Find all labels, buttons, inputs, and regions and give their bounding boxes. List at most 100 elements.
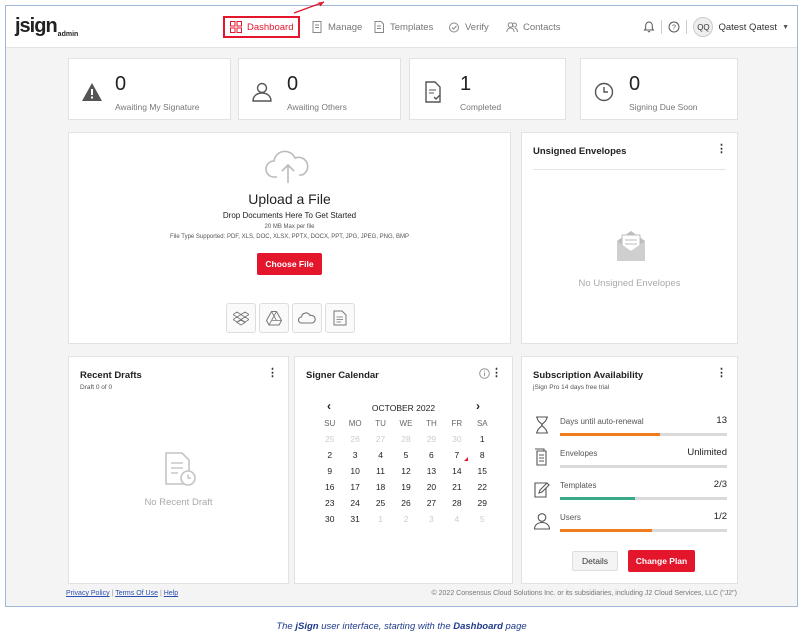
calendar-day-next-month[interactable]: 1 xyxy=(368,514,393,524)
google-drive-button[interactable] xyxy=(259,303,289,333)
stat-card-signing-due-soon[interactable]: 0 Signing Due Soon xyxy=(580,58,738,120)
nav-templates[interactable]: Templates xyxy=(373,16,433,38)
nav-manage[interactable]: Manage xyxy=(311,16,362,38)
row-value: Unlimited xyxy=(687,447,727,458)
choose-file-button[interactable]: Choose File xyxy=(257,253,322,275)
calendar-day-prev-month[interactable]: 30 xyxy=(444,434,469,444)
calendar-day[interactable]: 28 xyxy=(444,498,469,508)
privacy-policy-link[interactable]: Privacy Policy xyxy=(66,590,110,597)
onedrive-button[interactable] xyxy=(292,303,322,333)
envelope-icon xyxy=(617,231,645,261)
weekday-label: TH xyxy=(426,419,437,428)
caption-text: user interface, starting with the xyxy=(318,621,454,632)
help-icon[interactable]: ? xyxy=(668,21,680,33)
row-label: Envelopes xyxy=(560,449,598,458)
more-options-icon[interactable]: ⋮ xyxy=(267,368,278,379)
calendar-day[interactable]: 2 xyxy=(317,450,342,460)
calendar-day[interactable]: 23 xyxy=(317,498,342,508)
row-value: 2/3 xyxy=(713,479,727,490)
row-value: 13 xyxy=(716,415,727,426)
calendar-day[interactable]: 22 xyxy=(470,482,495,492)
calendar-day[interactable]: 17 xyxy=(342,482,367,492)
footer-divider: | xyxy=(159,590,162,597)
more-options-icon[interactable]: ⋮ xyxy=(491,368,502,379)
calendar-day[interactable]: 10 xyxy=(342,466,367,476)
stat-card-awaiting-my-signature[interactable]: 0 Awaiting My Signature xyxy=(68,58,231,120)
next-month-button[interactable]: › xyxy=(476,399,480,413)
calendar-day[interactable]: 29 xyxy=(470,498,495,508)
caption-text: The xyxy=(276,621,296,632)
more-options-icon[interactable]: ⋮ xyxy=(716,368,727,379)
calendar-day-prev-month[interactable]: 29 xyxy=(419,434,444,444)
details-button[interactable]: Details xyxy=(572,551,618,571)
bell-icon[interactable] xyxy=(643,21,655,33)
calendar-day[interactable]: 5 xyxy=(393,450,418,460)
calendar-day-prev-month[interactable]: 25 xyxy=(317,434,342,444)
jsign-logo[interactable]: jsignadmin xyxy=(15,15,78,38)
calendar-day-next-month[interactable]: 4 xyxy=(444,514,469,524)
calendar-day[interactable]: 3 xyxy=(342,450,367,460)
calendar-day[interactable]: 27 xyxy=(419,498,444,508)
calendar-day[interactable]: 14 xyxy=(444,466,469,476)
calendar-day[interactable]: 19 xyxy=(393,482,418,492)
calendar-day[interactable]: 30 xyxy=(317,514,342,524)
calendar-day[interactable]: 8 xyxy=(470,450,495,460)
calendar-day[interactable]: 18 xyxy=(368,482,393,492)
stat-card-awaiting-others[interactable]: 0 Awaiting Others xyxy=(238,58,401,120)
stat-card-completed[interactable]: 1 Completed xyxy=(409,58,566,120)
calendar-day[interactable]: 6 xyxy=(419,450,444,460)
upload-max-size: 20 MB Max per file xyxy=(264,224,315,230)
calendar-day[interactable]: 20 xyxy=(419,482,444,492)
calendar-day[interactable]: 12 xyxy=(393,466,418,476)
avatar[interactable]: QQ xyxy=(693,17,714,37)
calendar-day[interactable]: 1 xyxy=(470,434,495,444)
card-title: Unsigned Envelopes xyxy=(533,146,627,157)
calendar-day[interactable]: 31 xyxy=(342,514,367,524)
calendar-day[interactable]: 7 xyxy=(444,450,469,461)
calendar-day[interactable]: 9 xyxy=(317,466,342,476)
stat-value: 0 xyxy=(115,73,127,95)
dropbox-button[interactable] xyxy=(226,303,256,333)
calendar-day[interactable]: 26 xyxy=(393,498,418,508)
more-options-icon[interactable]: ⋮ xyxy=(716,144,727,155)
calendar-day[interactable]: 21 xyxy=(444,482,469,492)
help-link[interactable]: Help xyxy=(164,590,178,597)
calendar-day[interactable]: 25 xyxy=(368,498,393,508)
weekday-label: SU xyxy=(324,419,336,428)
calendar-day-prev-month[interactable]: 28 xyxy=(393,434,418,444)
terms-of-use-link[interactable]: Terms Of Use xyxy=(115,590,158,597)
weekday-label: SA xyxy=(476,419,488,428)
empty-state-text: No Unsigned Envelopes xyxy=(578,278,681,289)
change-plan-button[interactable]: Change Plan xyxy=(628,550,695,572)
upload-title: Upload a File xyxy=(248,191,331,207)
info-icon[interactable] xyxy=(479,368,490,379)
calendar-day-next-month[interactable]: 5 xyxy=(470,514,495,524)
calendar-day-next-month[interactable]: 3 xyxy=(419,514,444,524)
toolbar-divider xyxy=(661,20,663,34)
nav-contacts[interactable]: Contacts xyxy=(506,16,561,38)
nav-verify-label: Verify xyxy=(465,21,489,33)
user-name[interactable]: Qatest Qatest xyxy=(718,22,777,33)
calendar-day-prev-month[interactable]: 26 xyxy=(342,434,367,444)
nav-verify[interactable]: Verify xyxy=(448,16,489,38)
nav-manage-label: Manage xyxy=(328,21,363,33)
date-marker-icon xyxy=(463,457,468,461)
user-icon xyxy=(533,513,551,530)
calendar-day[interactable]: 24 xyxy=(342,498,367,508)
calendar-grid: SU MO TU WE TH FR SA 25 26 27 28 29 30 1 2 3 4 5 6 7 8 9 10 11 1… xyxy=(317,419,495,524)
calendar-day[interactable]: 4 xyxy=(368,450,393,460)
local-document-button[interactable] xyxy=(325,303,355,333)
calendar-day[interactable]: 16 xyxy=(317,482,342,492)
calendar-day[interactable]: 11 xyxy=(368,466,393,476)
stat-value: 0 xyxy=(287,73,299,95)
calendar-day[interactable]: 13 xyxy=(419,466,444,476)
template-icon xyxy=(534,482,550,498)
calendar-day[interactable]: 15 xyxy=(470,466,495,476)
row-value: 1/2 xyxy=(713,511,727,522)
chevron-down-icon[interactable]: ▼ xyxy=(782,24,789,31)
calendar-day-prev-month[interactable]: 27 xyxy=(368,434,393,444)
nav-dashboard[interactable]: Dashboard xyxy=(223,16,301,38)
subscription-card: Subscription Availability jSign Pro 14 d… xyxy=(521,356,738,584)
upload-card[interactable]: Upload a File Drop Documents Here To Get… xyxy=(68,132,511,344)
calendar-day-next-month[interactable]: 2 xyxy=(393,514,418,524)
